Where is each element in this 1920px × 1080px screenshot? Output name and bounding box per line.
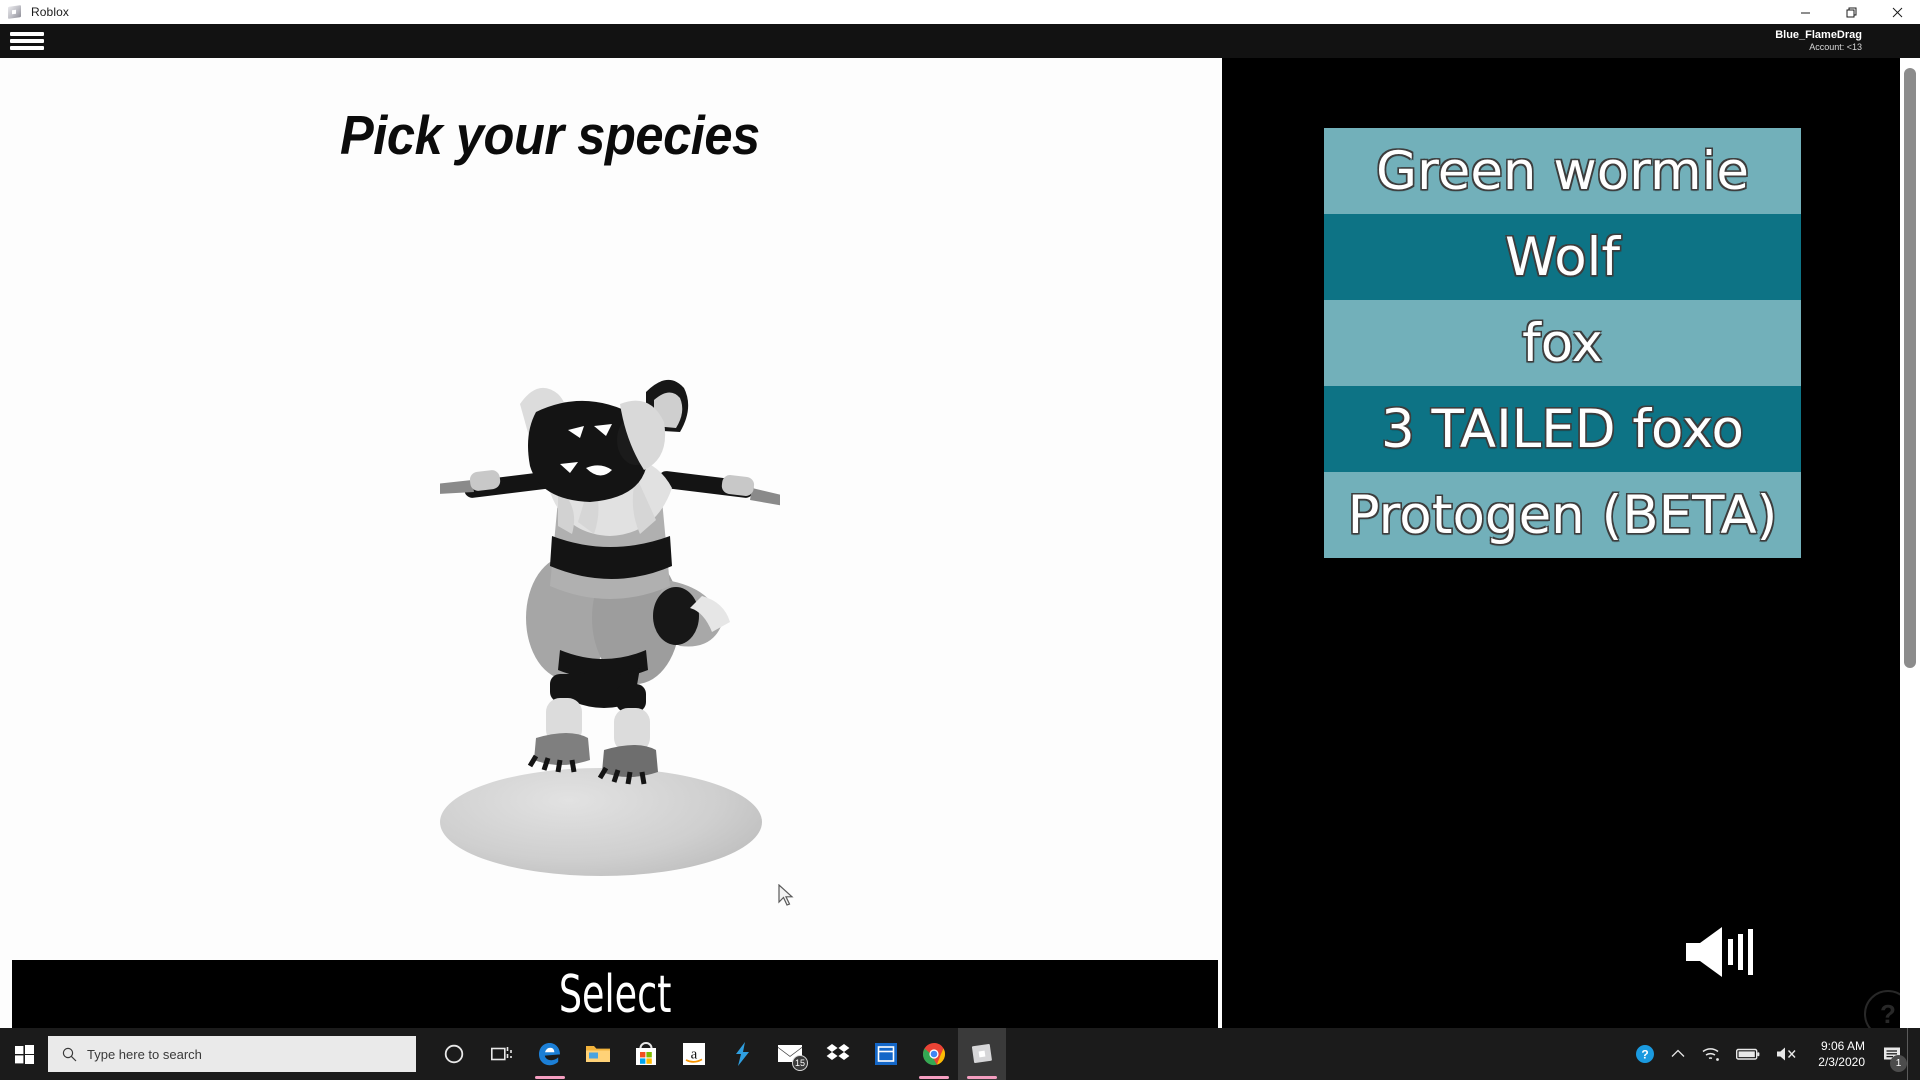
- window-app-icon: [875, 1043, 897, 1065]
- species-list-item-4[interactable]: Protogen (BETA): [1324, 472, 1801, 558]
- game-viewport[interactable]: Pick your species Select Green wormie Wo…: [0, 58, 1920, 1028]
- clock-date: 2/3/2020: [1818, 1055, 1865, 1069]
- dropbox-icon: [826, 1044, 850, 1060]
- windows-taskbar: Type here to search a 15 ? 9:06 AM 2/3/2…: [0, 1028, 1920, 1080]
- select-button[interactable]: Select: [12, 960, 1218, 1028]
- taskbar-task-view-icon[interactable]: [478, 1028, 526, 1080]
- svg-text:?: ?: [1642, 1048, 1649, 1062]
- account-info: Blue_FlameDrag Account: <13: [1775, 29, 1862, 52]
- species-list-item-0[interactable]: Green wormie: [1324, 128, 1801, 214]
- account-name: Blue_FlameDrag: [1775, 29, 1862, 41]
- taskbar-items: a 15: [430, 1028, 1006, 1080]
- avatar: [440, 368, 780, 878]
- avatar-model-icon: [440, 379, 780, 785]
- taskbar-cortana-icon[interactable]: [430, 1028, 478, 1080]
- system-tray: ? 9:06 AM 2/3/2020 1: [1627, 1028, 1920, 1080]
- search-placeholder: Type here to search: [87, 1046, 202, 1062]
- minimize-button[interactable]: [1782, 0, 1828, 24]
- vertical-scrollbar[interactable]: [1900, 58, 1920, 1028]
- taskbar-microsoft-edge-icon[interactable]: [526, 1028, 574, 1080]
- roblox-topbar: Blue_FlameDrag Account: <13: [0, 24, 1920, 58]
- species-list-item-3[interactable]: 3 TAILED foxo: [1324, 386, 1801, 472]
- lightning-app-icon: [736, 1042, 749, 1066]
- show-desktop-button[interactable]: [1907, 1028, 1916, 1080]
- taskbar-file-explorer-icon[interactable]: [574, 1028, 622, 1080]
- tray-network-button[interactable]: [1693, 1028, 1728, 1080]
- restore-icon: [1846, 7, 1856, 17]
- svg-text:a: a: [691, 1047, 698, 1063]
- speaker-on-icon: [1686, 927, 1753, 977]
- task-view-icon: [491, 1046, 512, 1061]
- scrollbar-thumb[interactable]: [1904, 68, 1916, 668]
- window-titlebar: Roblox: [0, 0, 1920, 25]
- species-list-item-2[interactable]: fox: [1324, 300, 1801, 386]
- tray-chevron-up-button[interactable]: [1663, 1028, 1693, 1080]
- minimize-icon: [1800, 12, 1810, 13]
- notification-center-button[interactable]: 1: [1877, 1028, 1907, 1080]
- species-label: 3 TAILED foxo: [1380, 398, 1744, 460]
- roblox-logo-icon: [7, 4, 23, 20]
- close-icon: [1892, 7, 1902, 17]
- character-stage: Pick your species Select: [0, 58, 1222, 1028]
- notification-count-badge: 1: [1890, 1055, 1907, 1072]
- taskbar-roblox-icon[interactable]: [958, 1028, 1006, 1080]
- taskbar-underline: [967, 1076, 997, 1079]
- taskbar-google-chrome-icon[interactable]: [910, 1028, 958, 1080]
- microsoft-edge-icon: [539, 1043, 560, 1066]
- species-label: Protogen (BETA): [1347, 484, 1778, 546]
- taskbar-underline: [919, 1076, 949, 1079]
- close-button[interactable]: [1874, 0, 1920, 24]
- species-label: fox: [1522, 312, 1603, 374]
- taskbar-window-app-icon[interactable]: [862, 1028, 910, 1080]
- cortana-icon: [444, 1044, 464, 1064]
- tray-volume-button[interactable]: [1768, 1028, 1806, 1080]
- species-label: Wolf: [1504, 226, 1621, 288]
- species-list: Green wormie Wolf fox 3 TAILED foxo Prot…: [1324, 128, 1801, 558]
- taskbar-microsoft-store-icon[interactable]: [622, 1028, 670, 1080]
- search-input[interactable]: Type here to search: [48, 1036, 416, 1072]
- clock-time: 9:06 AM: [1820, 1038, 1865, 1053]
- taskbar-lightning-app-icon[interactable]: [718, 1028, 766, 1080]
- google-chrome-icon: [922, 1043, 946, 1066]
- wifi-icon: [1702, 1048, 1720, 1061]
- account-age-label: Account: <13: [1809, 41, 1862, 52]
- window-controls: [1782, 0, 1920, 24]
- species-list-item-1[interactable]: Wolf: [1324, 214, 1801, 300]
- question-help-icon: ?: [1636, 1045, 1655, 1063]
- microsoft-store-icon: [636, 1042, 656, 1065]
- file-explorer-icon: [586, 1046, 610, 1062]
- tray-help-icon[interactable]: ?: [1627, 1028, 1663, 1080]
- mail-badge: 15: [791, 1055, 808, 1071]
- species-label: Green wormie: [1376, 140, 1749, 202]
- taskbar-amazon-icon[interactable]: a: [670, 1028, 718, 1080]
- taskbar-underline: [535, 1076, 565, 1079]
- page-title: Pick your species: [340, 104, 760, 166]
- taskbar-mail-icon[interactable]: 15: [766, 1028, 814, 1080]
- search-magnifier-icon: [62, 1047, 77, 1061]
- speaker-muted-icon: [1777, 1047, 1796, 1061]
- help-label: ?: [1880, 998, 1896, 1029]
- battery-icon: [1736, 1048, 1760, 1060]
- roblox-icon: [971, 1043, 992, 1064]
- chevron-up-icon: [1671, 1049, 1685, 1057]
- select-button-label: Select: [558, 965, 672, 1025]
- hamburger-menu-icon[interactable]: [10, 30, 44, 52]
- windows-start-icon[interactable]: [0, 1028, 48, 1080]
- tray-battery-button[interactable]: [1728, 1028, 1768, 1080]
- amazon-icon: a: [683, 1043, 705, 1065]
- taskbar-dropbox-icon[interactable]: [814, 1028, 862, 1080]
- restore-button[interactable]: [1828, 0, 1874, 24]
- window-title: Roblox: [31, 5, 69, 19]
- clock[interactable]: 9:06 AM 2/3/2020: [1806, 1028, 1877, 1080]
- screen-root: Roblox Blue_FlameDrag Account: <13 Pick …: [0, 0, 1920, 1080]
- start-logo-icon: [14, 1044, 34, 1064]
- sound-toggle-button[interactable]: [1682, 921, 1760, 983]
